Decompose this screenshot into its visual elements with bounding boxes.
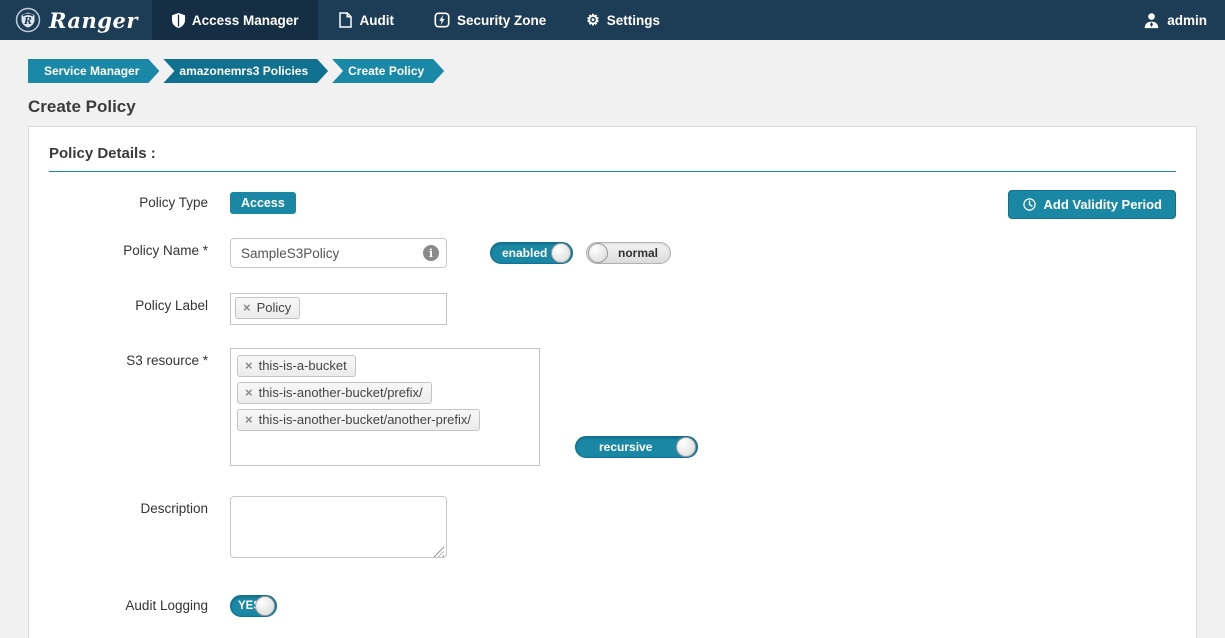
nav-audit[interactable]: Audit: [318, 0, 414, 40]
policy-type-label: Policy Type: [49, 190, 230, 210]
toggle-knob: [255, 596, 275, 616]
description-label: Description: [49, 496, 230, 516]
page-content: Service Manager amazonemrs3 Policies Cre…: [0, 59, 1225, 638]
audit-logging-toggle[interactable]: YES: [230, 595, 277, 617]
document-icon: [338, 12, 352, 28]
security-zone-icon: [434, 12, 450, 28]
policy-details-panel: Policy Details : Policy Type Access Add …: [28, 126, 1197, 638]
policy-name-input[interactable]: [230, 238, 447, 268]
s3-resource-controls: × this-is-a-bucket × this-is-another-buc…: [230, 348, 698, 466]
nav-item-label: Settings: [607, 13, 660, 28]
gear-icon: ⚙: [586, 13, 599, 28]
description-row: Description: [49, 496, 1176, 563]
nav-security-zone[interactable]: Security Zone: [414, 0, 566, 40]
tag-text: this-is-a-bucket: [259, 358, 347, 373]
clock-icon: [1022, 197, 1037, 212]
enabled-toggle[interactable]: enabled: [490, 242, 573, 264]
audit-logging-row: Audit Logging YES: [49, 593, 1176, 617]
nav-settings[interactable]: ⚙ Settings: [566, 0, 680, 40]
toggle-knob: [551, 243, 571, 263]
audit-logging-label: Audit Logging: [49, 593, 230, 613]
remove-tag-icon[interactable]: ×: [245, 386, 253, 399]
add-validity-label: Add Validity Period: [1044, 197, 1162, 212]
recursive-toggle-label: recursive: [599, 440, 652, 454]
policy-name-input-wrap: i: [230, 238, 447, 268]
ranger-logo[interactable]: R Ranger: [14, 0, 152, 40]
s3-resource-label: S3 resource *: [49, 348, 230, 368]
description-input-wrap: [230, 496, 447, 563]
policy-name-row: Policy Name * i enabled normal: [49, 238, 1176, 268]
s3-resource-input[interactable]: × this-is-a-bucket × this-is-another-buc…: [230, 348, 540, 466]
user-menu[interactable]: admin: [1143, 0, 1207, 40]
toggle-knob: [676, 437, 696, 457]
policy-type-row: Policy Type Access Add Validity Period: [49, 190, 1176, 219]
description-textarea[interactable]: [230, 496, 447, 558]
info-icon[interactable]: i: [423, 245, 439, 261]
policy-label-input[interactable]: × Policy: [230, 293, 447, 325]
remove-tag-icon[interactable]: ×: [243, 301, 251, 314]
normal-toggle[interactable]: normal: [586, 242, 671, 264]
nav-item-label: Security Zone: [457, 13, 546, 28]
nav-item-label: Access Manager: [192, 13, 299, 28]
ranger-shield-icon: R: [14, 6, 42, 34]
policy-label-tag: × Policy: [235, 297, 300, 319]
section-title: Policy Details :: [49, 145, 1176, 172]
shield-icon: [172, 13, 185, 28]
policy-name-label: Policy Name *: [49, 238, 230, 258]
breadcrumb-policies[interactable]: amazonemrs3 Policies: [163, 59, 328, 83]
brand-name: Ranger: [49, 8, 138, 33]
policy-type-badge[interactable]: Access: [230, 192, 296, 214]
tag-text: this-is-another-bucket/another-prefix/: [259, 412, 471, 427]
page-title: Create Policy: [28, 97, 1197, 117]
svg-text:R: R: [23, 16, 32, 27]
enabled-toggle-label: enabled: [502, 246, 547, 260]
toggle-knob: [588, 243, 608, 263]
add-validity-period-button[interactable]: Add Validity Period: [1008, 190, 1176, 219]
username: admin: [1167, 13, 1207, 28]
tag-text: this-is-another-bucket/prefix/: [259, 385, 423, 400]
s3-resource-tag: × this-is-another-bucket/another-prefix/: [237, 409, 480, 431]
policy-label-row: Policy Label × Policy: [49, 293, 1176, 325]
s3-resource-tag: × this-is-a-bucket: [237, 355, 356, 377]
recursive-toggle[interactable]: recursive: [575, 436, 698, 458]
user-icon: [1143, 12, 1160, 29]
s3-resource-row: S3 resource * × this-is-a-bucket × this-…: [49, 348, 1176, 466]
nav-item-label: Audit: [359, 13, 394, 28]
tag-text: Policy: [257, 300, 292, 315]
breadcrumb-create-policy[interactable]: Create Policy: [332, 59, 444, 83]
breadcrumb: Service Manager amazonemrs3 Policies Cre…: [28, 59, 1197, 83]
top-navbar: R Ranger Access Manager Audit: [0, 0, 1225, 40]
remove-tag-icon[interactable]: ×: [245, 413, 253, 426]
nav-access-manager[interactable]: Access Manager: [152, 0, 319, 40]
s3-resource-tag: × this-is-another-bucket/prefix/: [237, 382, 432, 404]
breadcrumb-service-manager[interactable]: Service Manager: [28, 59, 159, 83]
remove-tag-icon[interactable]: ×: [245, 359, 253, 372]
normal-toggle-label: normal: [618, 246, 658, 260]
policy-label-label: Policy Label: [49, 293, 230, 313]
